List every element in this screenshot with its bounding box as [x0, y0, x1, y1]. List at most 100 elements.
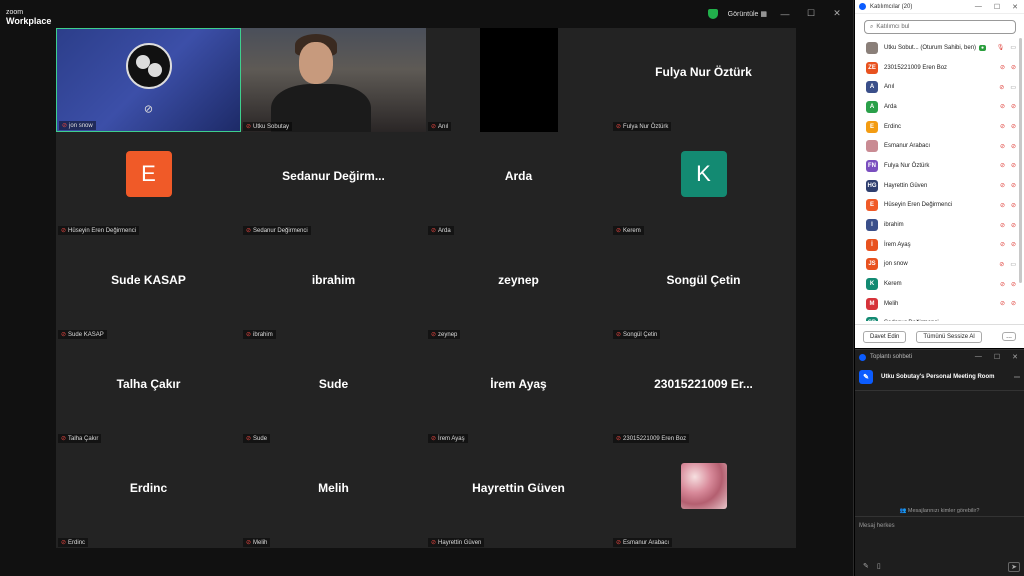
participant-row[interactable]: K Kerem ⊘ ⊘ [855, 274, 1018, 294]
camera-off-icon[interactable]: ⊘ [1011, 103, 1016, 110]
video-tile[interactable]: ⊘ Anıl [426, 28, 611, 132]
video-tile[interactable]: E ⊘ Hüseyin Eren Değirmenci [56, 132, 241, 236]
camera-icon[interactable]: ▭ [1010, 84, 1016, 91]
tile-label-text: Melih [253, 539, 268, 546]
participant-scrollbar[interactable] [1019, 38, 1022, 283]
minimize-icon[interactable]: — [975, 353, 982, 361]
participant-row[interactable]: İ İrem Ayaş ⊘ ⊘ [855, 235, 1018, 255]
mic-muted-icon[interactable]: ⊘ [1000, 143, 1005, 150]
tile-label-text: Sude [253, 435, 268, 442]
send-icon[interactable]: ➤ [1008, 562, 1020, 572]
mic-muted-icon[interactable]: ⊘ [1000, 182, 1005, 189]
participant-row[interactable]: HG Hayrettin Güven ⊘ ⊘ [855, 176, 1018, 196]
security-shield-icon[interactable] [707, 8, 718, 19]
message-input[interactable]: Mesaj herkes ✎ ▯ ➤ [855, 516, 1024, 576]
mic-muted-icon[interactable]: ⊘ [1000, 123, 1005, 130]
participant-row[interactable]: FN Fulya Nur Öztürk ⊘ ⊘ [855, 156, 1018, 176]
mic-muted-icon[interactable]: ⊘ [1000, 300, 1005, 307]
avatar: FN [866, 159, 878, 172]
video-tile[interactable]: Arda ⊘ Arda [426, 132, 611, 236]
chat-room-item[interactable]: ✎ Utku Sobutay's Personal Meeting Room ⋯ [855, 364, 1024, 391]
mic-muted-icon[interactable]: ⊘ [1000, 222, 1005, 229]
file-icon[interactable]: ▯ [877, 562, 881, 572]
maximize-icon[interactable]: ☐ [803, 8, 819, 19]
video-tile[interactable]: ⊘ ⊘ jon snow [56, 28, 241, 132]
mic-muted-icon[interactable]: ⊘ [999, 261, 1004, 268]
close-icon[interactable]: ✕ [1012, 3, 1018, 11]
video-tile[interactable]: Sude KASAP ⊘ Sude KASAP [56, 236, 241, 340]
camera-off-icon[interactable]: ⊘ [1011, 162, 1016, 169]
camera-icon[interactable]: ▭ [1010, 44, 1016, 51]
video-tile[interactable]: Sude ⊘ Sude [241, 340, 426, 444]
video-tile[interactable]: Fulya Nur Öztürk ⊘ Fulya Nur Öztürk [611, 28, 796, 132]
mic-muted-icon[interactable]: ⊘ [1000, 202, 1005, 209]
video-tile[interactable]: zeynep ⊘ zeynep [426, 236, 611, 340]
participant-row[interactable]: M Melih ⊘ ⊘ [855, 294, 1018, 314]
camera-off-icon[interactable]: ⊘ [1011, 241, 1016, 248]
video-tile[interactable]: Talha Çakır ⊘ Talha Çakır [56, 340, 241, 444]
video-tile[interactable]: Songül Çetin ⊘ Songül Çetin [611, 236, 796, 340]
mic-muted-icon[interactable]: ⊘ [1000, 103, 1005, 110]
camera-off-icon[interactable]: ⊘ [1011, 281, 1016, 288]
video-tile[interactable]: Melih ⊘ Melih [241, 444, 426, 548]
maximize-icon[interactable]: ☐ [994, 353, 1000, 361]
mute-all-button[interactable]: Tümünü Sessize Al [916, 330, 982, 343]
participant-row[interactable]: JS jon snow ⊘ ▭ [855, 255, 1018, 275]
mic-muted-icon[interactable]: ⊘ [1000, 320, 1005, 322]
close-icon[interactable]: ✕ [829, 8, 845, 19]
camera-off-icon[interactable]: ⊘ [1011, 222, 1016, 229]
participant-search-input[interactable]: ⌕ Katılımcı bul [864, 20, 1016, 34]
tile-name-label: ⊘ Kerem [613, 226, 644, 235]
camera-off-icon[interactable]: ⊘ [1011, 143, 1016, 150]
camera-off-icon[interactable]: ⊘ [1011, 64, 1016, 71]
tile-label-text: Utku Sobutay [253, 123, 290, 130]
camera-off-icon[interactable]: ⊘ [1011, 182, 1016, 189]
camera-off-icon[interactable]: ⊘ [1011, 320, 1016, 322]
participant-row[interactable]: A Anıl ⊘ ▭ [855, 77, 1018, 97]
video-tile[interactable]: K ⊘ Kerem [611, 132, 796, 236]
video-tile[interactable]: Erdinc ⊘ Erdinc [56, 444, 241, 548]
video-tile[interactable]: Sedanur Değirm... ⊘ Sedanur Değirmenci [241, 132, 426, 236]
video-tile[interactable]: ⊘ Esmanur Arabacı [611, 444, 796, 548]
participant-row[interactable]: E Hüseyin Eren Değirmenci ⊘ ⊘ [855, 196, 1018, 216]
participant-row[interactable]: Iibrahim ⊘ ⊘ [855, 215, 1018, 235]
format-icon[interactable]: ✎ [863, 562, 869, 572]
invite-button[interactable]: Davet Edin [863, 330, 907, 343]
mic-muted-icon[interactable]: ⊘ [1000, 281, 1005, 288]
camera-icon[interactable]: ▭ [1010, 261, 1016, 268]
camera-off-icon[interactable]: ⊘ [1011, 202, 1016, 209]
avatar: I [866, 219, 878, 232]
mic-icon[interactable]: 🎙 [997, 44, 1005, 51]
camera-off-icon[interactable]: ⊘ [1011, 300, 1016, 307]
tile-label-text: 23015221009 Eren Boz [623, 435, 687, 442]
participant-row[interactable]: A Arda ⊘ ⊘ [855, 97, 1018, 117]
view-button[interactable]: Görüntüle ▦ [728, 10, 767, 18]
participant-row[interactable]: E Erdinc ⊘ ⊘ [855, 117, 1018, 137]
people-icon: 👥 [899, 508, 907, 514]
participant-row[interactable]: ZE 23015221009 Eren Boz ⊘ ⊘ [855, 58, 1018, 78]
video-tile[interactable]: İrem Ayaş ⊘ İrem Ayaş [426, 340, 611, 444]
participant-row[interactable]: SDSedanur Değirmenci⊘⊘ [855, 314, 1018, 321]
participant-row[interactable]: Utku Sobut... (Oturum Sahibi, ben) ● 🎙 ▭ [855, 38, 1018, 58]
mic-muted-icon[interactable]: ⊘ [1000, 162, 1005, 169]
more-options-button[interactable]: ... [1002, 332, 1016, 341]
mic-muted-icon: ⊘ [431, 124, 437, 130]
participant-row[interactable]: Esmanur Arabacı ⊘ ⊘ [855, 136, 1018, 156]
top-controls: Görüntüle ▦ — ☐ ✕ [707, 8, 845, 19]
camera-off-icon[interactable]: ⊘ [1011, 123, 1016, 130]
more-icon[interactable]: ⋯ [1014, 374, 1020, 381]
minimize-icon[interactable]: — [777, 9, 793, 19]
visibility-hint[interactable]: 👥 Mesajlarınızı kimler görebilir? [855, 508, 1024, 514]
close-icon[interactable]: ✕ [1012, 353, 1018, 361]
video-tile[interactable]: ⊘ Utku Sobutay [241, 28, 426, 132]
video-tile[interactable]: ibrahim ⊘ ibrahim [241, 236, 426, 340]
mic-muted-icon[interactable]: ⊘ [1000, 64, 1005, 71]
video-tile[interactable]: Hayrettin Güven ⊘ Hayrettin Güven [426, 444, 611, 548]
participant-name: Kerem [884, 281, 902, 288]
mic-muted-icon[interactable]: ⊘ [999, 84, 1004, 91]
video-gallery: ⊘ ⊘ jon snow ⊘ Utku Sobutay ⊘ Anıl Fulya Nur Öz… [56, 28, 796, 548]
minimize-icon[interactable]: — [975, 3, 982, 11]
video-tile[interactable]: 23015221009 Er... ⊘ 23015221009 Eren Boz [611, 340, 796, 444]
mic-muted-icon[interactable]: ⊘ [1000, 241, 1005, 248]
maximize-icon[interactable]: ☐ [994, 3, 1000, 11]
